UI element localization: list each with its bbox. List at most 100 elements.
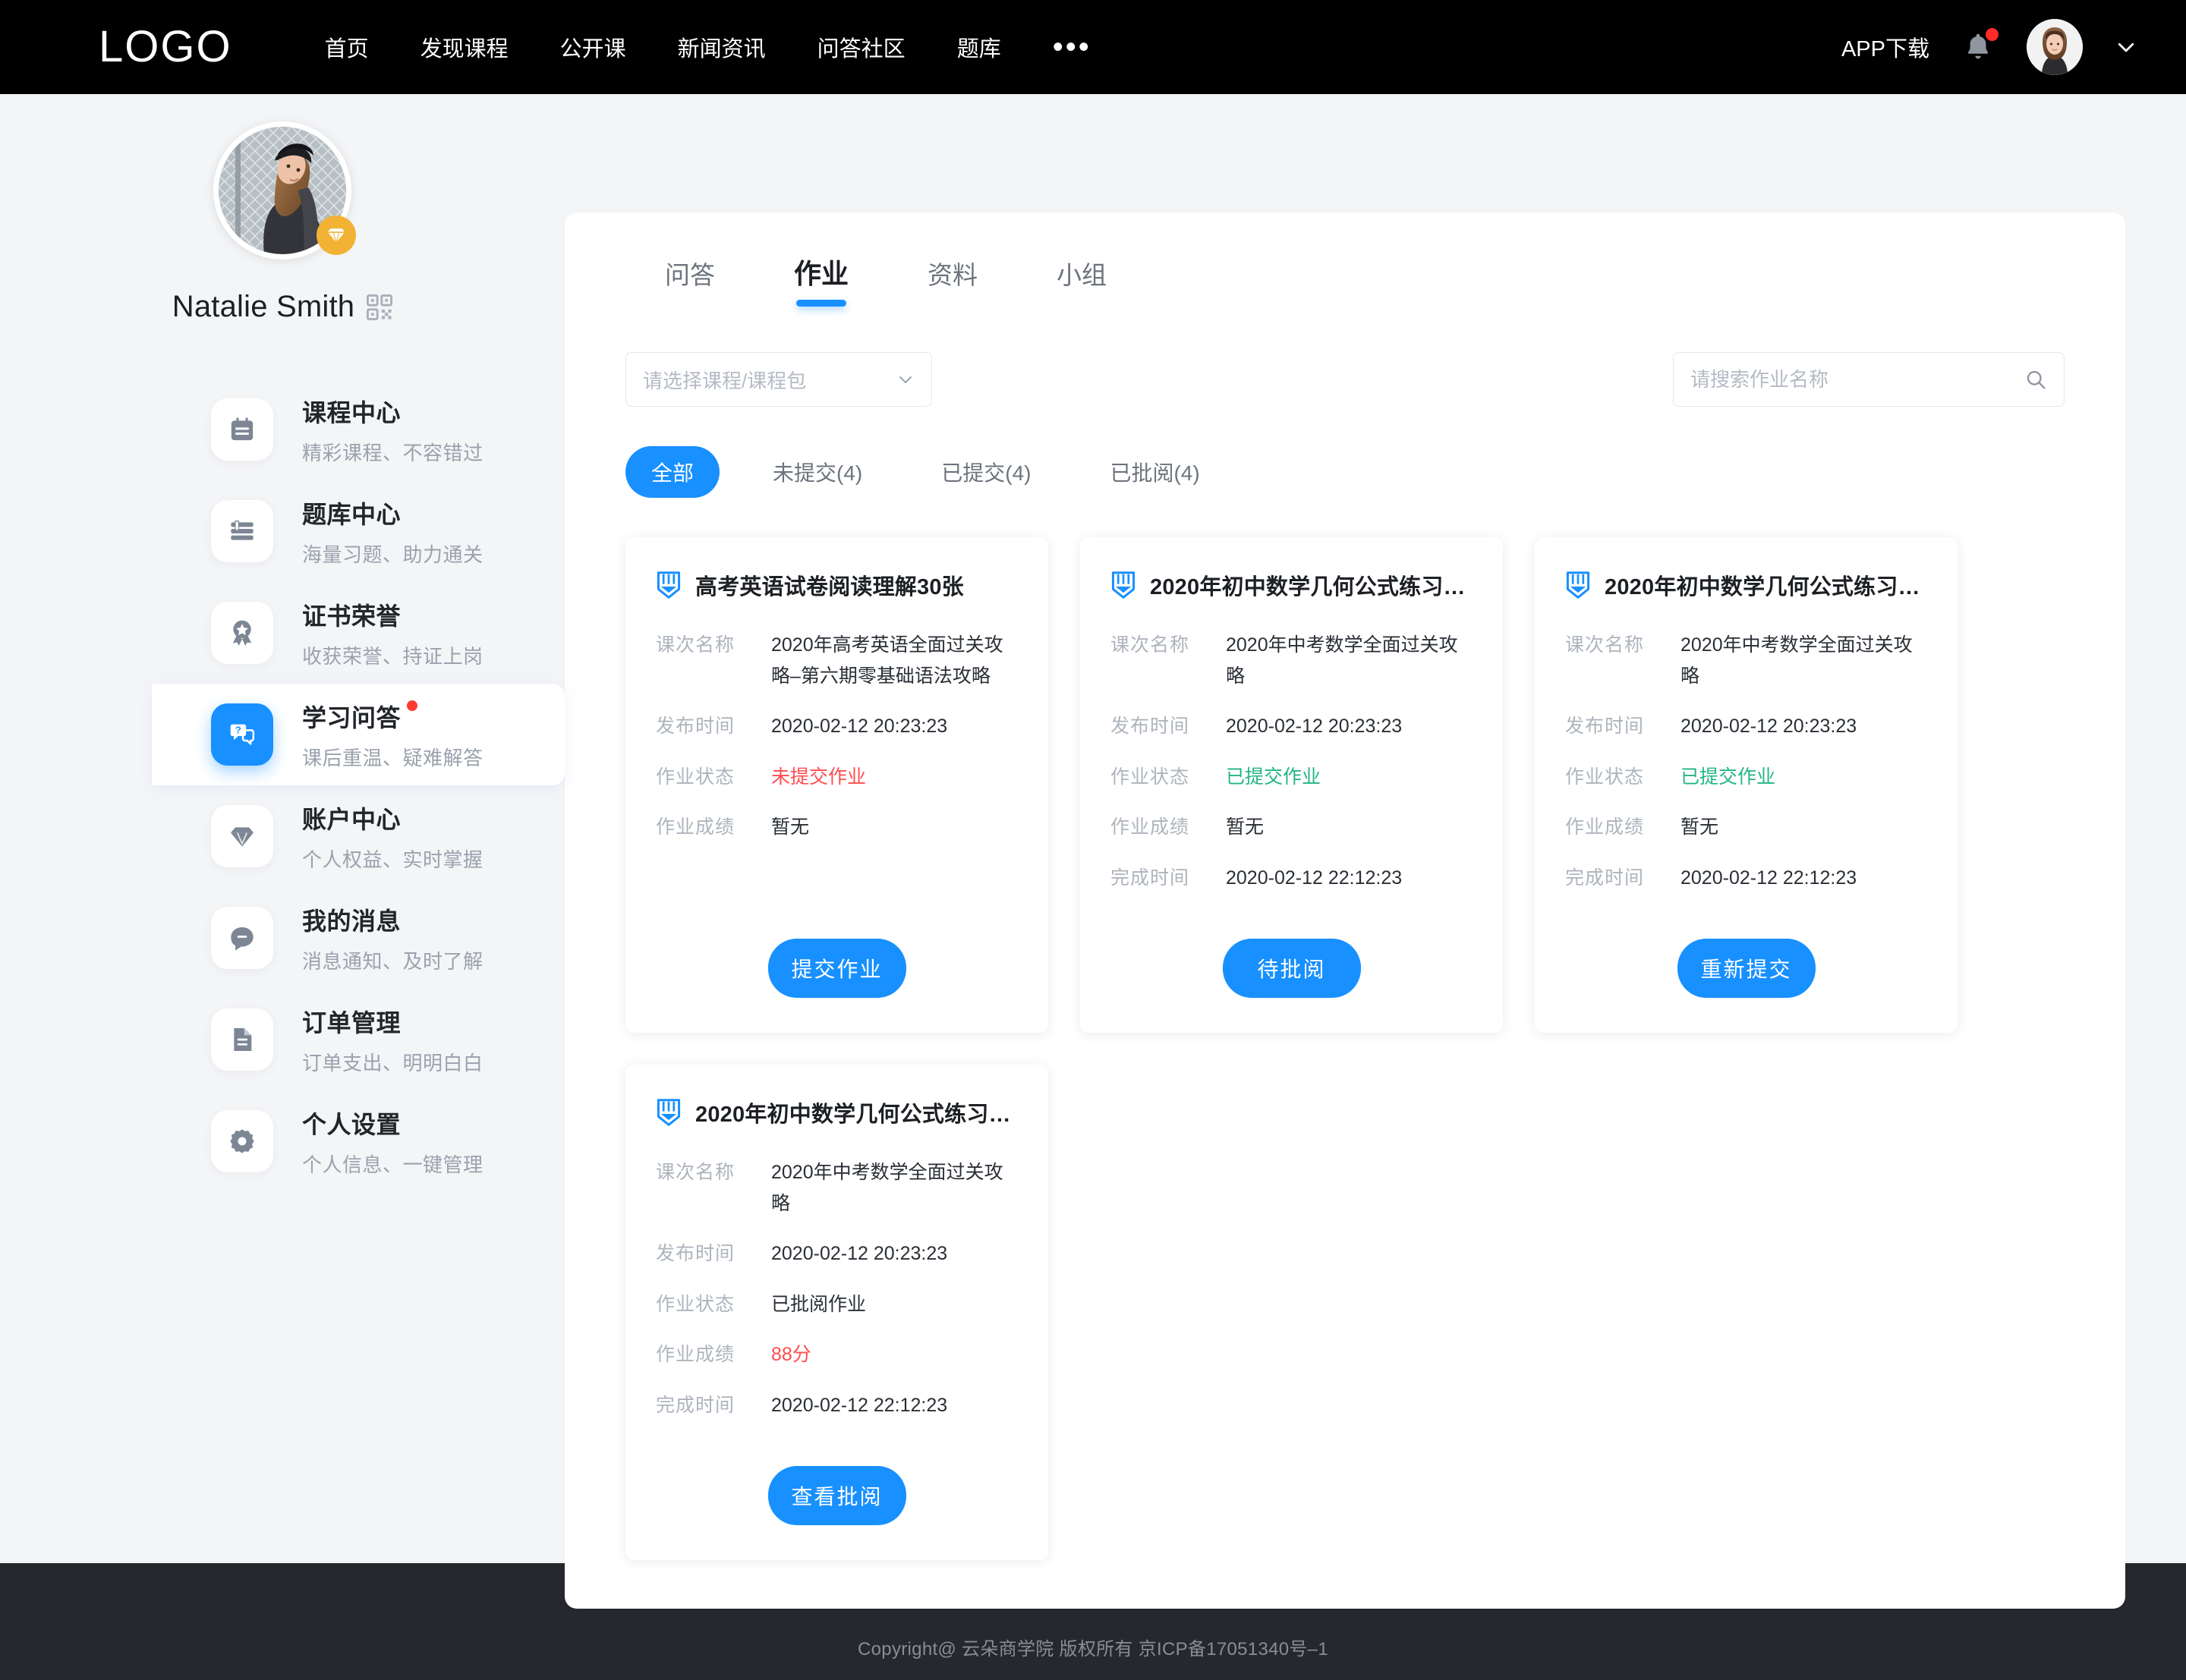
menu-text-wrap: 课程中心 精彩课程、不容错过 — [302, 394, 484, 466]
gear-icon — [230, 1129, 254, 1153]
tab-materials[interactable]: 资料 — [888, 247, 1017, 313]
chevron-down-icon — [899, 376, 912, 383]
menu-icon-wrap — [211, 500, 273, 562]
card-title: 2020年初中数学几何公式练习作… — [1150, 575, 1473, 599]
sidebar-item-certificates[interactable]: 证书荣誉 收获荣誉、持证上岗 — [0, 582, 565, 684]
menu-icon-wrap — [211, 1110, 273, 1172]
filter-bar: 请选择课程/课程包 — [607, 352, 2083, 407]
course-select-dropdown[interactable]: 请选择课程/课程包 — [625, 352, 932, 407]
notification-badge-dot — [1986, 28, 1999, 41]
sidebar-item-label: 课程中心 — [302, 398, 402, 426]
nav-more-icon[interactable]: ••• — [1027, 32, 1117, 62]
notification-bell-button[interactable] — [1961, 28, 1999, 64]
sidebar-item-course-center[interactable]: 课程中心 精彩课程、不容错过 — [0, 379, 565, 480]
menu-text-wrap: 证书荣誉 收获荣誉、持证上岗 — [302, 597, 484, 669]
avatar-photo — [2027, 19, 2083, 75]
card-row-publish: 发布时间 2020-02-12 20:23:23 — [1110, 711, 1473, 742]
row-value: 2020-02-12 20:23:23 — [771, 716, 948, 737]
homework-card[interactable]: 2020年初中数学几何公式练习作… 课次名称 2020年中考数学全面过关攻略 发… — [625, 1065, 1048, 1560]
search-box[interactable] — [1673, 352, 2065, 407]
menu-text-wrap: 我的消息 消息通知、及时了解 — [302, 902, 484, 974]
chip-unsubmitted[interactable]: 未提交(4) — [747, 446, 888, 498]
pending-review-button[interactable]: 待批阅 — [1222, 939, 1361, 998]
card-row-course: 课次名称 2020年高考英语全面过关攻略–第六期零基础语法攻略 — [656, 630, 1018, 691]
menu-icon-wrap: ? — [211, 703, 273, 766]
profile-user-name: Natalie Smith — [172, 290, 355, 323]
profile-name-row: Natalie Smith — [172, 290, 393, 324]
vip-badge — [317, 216, 356, 255]
content-panel: 问答 作业 资料 小组 请选择课程/课程包 请搜索作业名称 全部 未提交(4) … — [565, 212, 2125, 1609]
sidebar-item-sublabel: 消息通知、及时了解 — [302, 949, 484, 973]
sidebar-item-sublabel: 海量习题、助力通关 — [302, 543, 484, 566]
menu-text-wrap: 个人设置 个人信息、一键管理 — [302, 1106, 484, 1178]
sidebar-item-account-center[interactable]: 账户中心 个人权益、实时掌握 — [0, 785, 565, 887]
nav-item-qa-community[interactable]: 问答社区 — [792, 31, 931, 63]
sidebar-item-label: 我的消息 — [302, 907, 402, 935]
row-label: 作业状态 — [656, 1293, 735, 1315]
tab-homework[interactable]: 作业 — [754, 244, 888, 313]
row-value: 暂无 — [771, 816, 810, 838]
homework-card[interactable]: 2020年初中数学几何公式练习作… 课次名称 2020年中考数学全面过关攻略 发… — [1080, 537, 1503, 1033]
row-label: 作业状态 — [656, 766, 735, 788]
profile-avatar-wrap[interactable] — [213, 121, 356, 260]
row-label: 发布时间 — [656, 1243, 735, 1264]
top-header: LOGO 首页 发现课程 公开课 新闻资讯 问答社区 题库 ••• APP下载 — [0, 0, 2186, 94]
submit-homework-button[interactable]: 提交作业 — [767, 939, 906, 998]
card-row-publish: 发布时间 2020-02-12 20:23:23 — [1565, 711, 1927, 742]
book-list-icon — [231, 521, 254, 540]
avatar[interactable] — [2027, 19, 2083, 75]
card-row-course: 课次名称 2020年中考数学全面过关攻略 — [1110, 630, 1473, 691]
row-label: 发布时间 — [656, 716, 735, 737]
resubmit-button[interactable]: 重新提交 — [1677, 939, 1816, 998]
nav-item-news[interactable]: 新闻资讯 — [652, 31, 792, 63]
sidebar-item-personal-settings[interactable]: 个人设置 个人信息、一键管理 — [0, 1090, 565, 1192]
homework-badge-icon — [657, 571, 681, 599]
svg-text:?: ? — [235, 725, 241, 736]
row-value: 2020-02-12 22:12:23 — [1226, 867, 1403, 889]
chip-submitted[interactable]: 已提交(4) — [915, 446, 1057, 498]
card-action-area: 查看批阅 — [656, 1440, 1018, 1525]
tab-qa[interactable]: 问答 — [625, 247, 754, 313]
content-tabs: 问答 作业 资料 小组 — [607, 244, 2083, 313]
row-label: 作业成绩 — [656, 1344, 735, 1365]
sidebar-item-label: 个人设置 — [302, 1110, 402, 1138]
card-title: 高考英语试卷阅读理解30张 — [695, 575, 964, 599]
card-row-score: 作业成绩 暂无 — [1565, 812, 1927, 843]
search-icon[interactable] — [2024, 368, 2047, 391]
course-select-value: 请选择课程/课程包 — [643, 369, 807, 392]
row-value: 暂无 — [1680, 816, 1719, 838]
nav-item-discover-courses[interactable]: 发现课程 — [395, 31, 534, 63]
nav-item-question-bank[interactable]: 题库 — [931, 31, 1027, 63]
sidebar-item-study-qa[interactable]: ? 学习问答 课后重温、疑难解答 — [0, 684, 565, 785]
site-logo[interactable]: LOGO — [99, 25, 232, 69]
card-row-course: 课次名称 2020年中考数学全面过关攻略 — [656, 1157, 1018, 1219]
chip-reviewed[interactable]: 已批阅(4) — [1084, 446, 1225, 498]
menu-icon-wrap — [211, 1008, 273, 1071]
menu-icon-wrap — [211, 602, 273, 664]
card-row-status: 作业状态 已提交作业 — [1110, 762, 1473, 793]
sidebar-item-order-management[interactable]: 订单管理 订单支出、明明白白 — [0, 989, 565, 1090]
nav-item-home[interactable]: 首页 — [299, 31, 395, 63]
view-review-button[interactable]: 查看批阅 — [767, 1466, 906, 1525]
row-value: 2020-02-12 22:12:23 — [1680, 867, 1857, 889]
profile-block: Natalie Smith — [0, 121, 565, 324]
sidebar-item-question-bank-center[interactable]: 题库中心 海量习题、助力通关 — [0, 480, 565, 582]
row-value: 2020-02-12 20:23:23 — [771, 1243, 948, 1264]
search-input[interactable] — [1690, 367, 2024, 392]
card-header: 2020年初中数学几何公式练习作… — [656, 1096, 1018, 1128]
chat-icon — [231, 927, 254, 951]
homework-card[interactable]: 高考英语试卷阅读理解30张 课次名称 2020年高考英语全面过关攻略–第六期零基… — [625, 537, 1048, 1033]
card-row-publish: 发布时间 2020-02-12 20:23:23 — [656, 711, 1018, 742]
menu-text-wrap: 学习问答 课后重温、疑难解答 — [302, 699, 484, 771]
chevron-down-icon[interactable] — [2115, 36, 2137, 58]
sidebar-item-sublabel: 订单支出、明明白白 — [302, 1051, 484, 1074]
main-content: 问答 作业 资料 小组 请选择课程/课程包 请搜索作业名称 全部 未提交(4) … — [565, 94, 2186, 1609]
row-value: 2020-02-12 22:12:23 — [771, 1394, 948, 1416]
chip-all[interactable]: 全部 — [625, 446, 720, 498]
sidebar-item-my-messages[interactable]: 我的消息 消息通知、及时了解 — [0, 887, 565, 989]
nav-item-open-class[interactable]: 公开课 — [534, 31, 652, 63]
app-download-link[interactable]: APP下载 — [1841, 31, 1929, 63]
homework-card[interactable]: 2020年初中数学几何公式练习作… 课次名称 2020年中考数学全面过关攻略 发… — [1535, 537, 1958, 1033]
qr-code-icon[interactable] — [367, 294, 393, 320]
tab-groups[interactable]: 小组 — [1017, 247, 1146, 313]
